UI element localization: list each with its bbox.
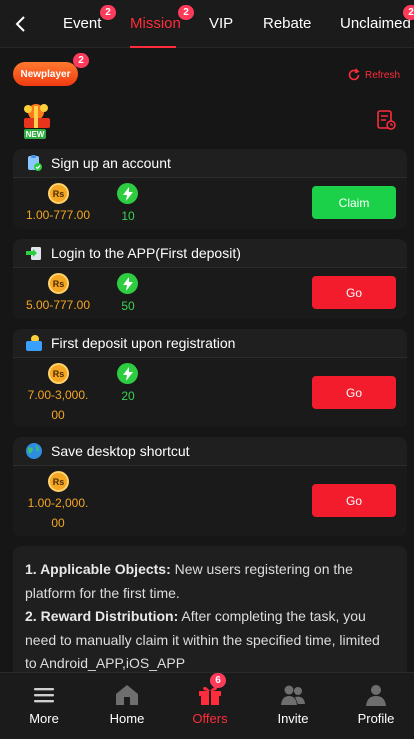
tab-unclaimed[interactable]: Unclaimed xyxy=(340,15,411,32)
lightning-icon xyxy=(117,273,138,294)
tab-event-badge: 2 xyxy=(100,5,116,20)
bottom-navigation: More Home Offers 6 Invite Profile xyxy=(0,672,414,739)
user-icon xyxy=(363,683,389,707)
reward-amount: 1.00-777.00 xyxy=(25,208,91,222)
users-icon xyxy=(280,683,306,707)
tab-unclaimed-badge: 2 xyxy=(403,5,414,20)
lightning-icon xyxy=(117,363,138,384)
back-button[interactable] xyxy=(10,12,32,36)
task-header: First deposit upon registration xyxy=(13,329,407,358)
new-gift-icon: NEW xyxy=(24,104,50,139)
rupee-coin-icon: Rs xyxy=(48,363,69,384)
rupee-coin-icon: Rs xyxy=(48,273,69,294)
refresh-label: Refresh xyxy=(364,69,400,81)
tab-mission[interactable]: Mission xyxy=(130,15,181,32)
task-card: Save desktop shortcut Rs 1.00-2,000. 00 G… xyxy=(13,437,407,536)
reward-amount: 7.00-3,000. 00 xyxy=(27,388,89,422)
reward-points: 10 xyxy=(121,209,135,223)
active-tab-indicator xyxy=(130,46,176,48)
offers-badge: 6 xyxy=(210,673,226,688)
go-button[interactable]: Go xyxy=(312,484,396,517)
task-title: Sign up an account xyxy=(51,155,171,171)
nav-label: More xyxy=(29,711,59,726)
globe-shortcut-icon xyxy=(26,443,42,459)
rule-item: 2. Reward Distribution: After completing… xyxy=(25,608,380,671)
deposit-wallet-icon xyxy=(26,335,42,351)
rupee-coin-icon: Rs xyxy=(48,183,69,204)
mission-content: Newplayer 2 Refresh NEW Sign up an accou… xyxy=(0,49,414,672)
newplayer-badge: 2 xyxy=(73,53,89,68)
menu-icon xyxy=(31,683,57,707)
task-header: Sign up an account xyxy=(13,149,407,178)
record-document-icon[interactable] xyxy=(376,109,396,131)
clipboard-check-icon xyxy=(28,155,42,171)
go-button[interactable]: Go xyxy=(312,276,396,309)
task-title: First deposit upon registration xyxy=(51,335,236,351)
nav-invite[interactable]: Invite xyxy=(258,673,328,739)
go-button[interactable]: Go xyxy=(312,376,396,409)
nav-label: Profile xyxy=(357,711,395,726)
top-tab-bar: Event 2 Mission 2 VIP Rebate Unclaimed 2 xyxy=(0,0,414,48)
lightning-icon xyxy=(117,183,138,204)
home-icon xyxy=(114,683,140,707)
task-card: First deposit upon registration Rs 7.00-… xyxy=(13,329,407,427)
reward-amount: 1.00-2,000. 00 xyxy=(27,496,89,530)
rupee-coin-icon: Rs xyxy=(48,471,69,492)
nav-label: Home xyxy=(109,711,145,726)
chevron-left-icon xyxy=(15,16,25,32)
task-title: Save desktop shortcut xyxy=(51,443,190,459)
nav-more[interactable]: More xyxy=(9,673,79,739)
task-card: Login to the APP(First deposit) Rs 5.00-… xyxy=(13,239,407,319)
login-app-icon xyxy=(26,247,41,260)
newplayer-filter-button[interactable]: Newplayer xyxy=(13,62,78,86)
tab-event[interactable]: Event xyxy=(63,15,101,32)
task-card: Sign up an account Rs 1.00-777.00 10 Cla… xyxy=(13,149,407,229)
claim-button[interactable]: Claim xyxy=(312,186,396,219)
task-header: Save desktop shortcut xyxy=(13,437,407,466)
rules-panel: 1. Applicable Objects: New users registe… xyxy=(13,546,407,672)
nav-label: Offers xyxy=(192,711,228,726)
tab-vip[interactable]: VIP xyxy=(209,15,233,32)
nav-profile[interactable]: Profile xyxy=(341,673,411,739)
new-icon-label: NEW xyxy=(26,130,45,139)
reward-points: 50 xyxy=(121,299,135,313)
tab-mission-badge: 2 xyxy=(178,5,194,20)
task-header: Login to the APP(First deposit) xyxy=(13,239,407,268)
reward-amount: 5.00-777.00 xyxy=(25,298,91,312)
refresh-icon xyxy=(348,68,360,81)
rule-item: 1. Applicable Objects: New users registe… xyxy=(25,561,353,601)
task-title: Login to the APP(First deposit) xyxy=(51,245,241,261)
reward-points: 20 xyxy=(121,389,135,403)
tab-rebate[interactable]: Rebate xyxy=(263,15,311,32)
nav-label: Invite xyxy=(277,711,309,726)
refresh-button[interactable]: Refresh xyxy=(347,68,400,82)
nav-home[interactable]: Home xyxy=(92,673,162,739)
